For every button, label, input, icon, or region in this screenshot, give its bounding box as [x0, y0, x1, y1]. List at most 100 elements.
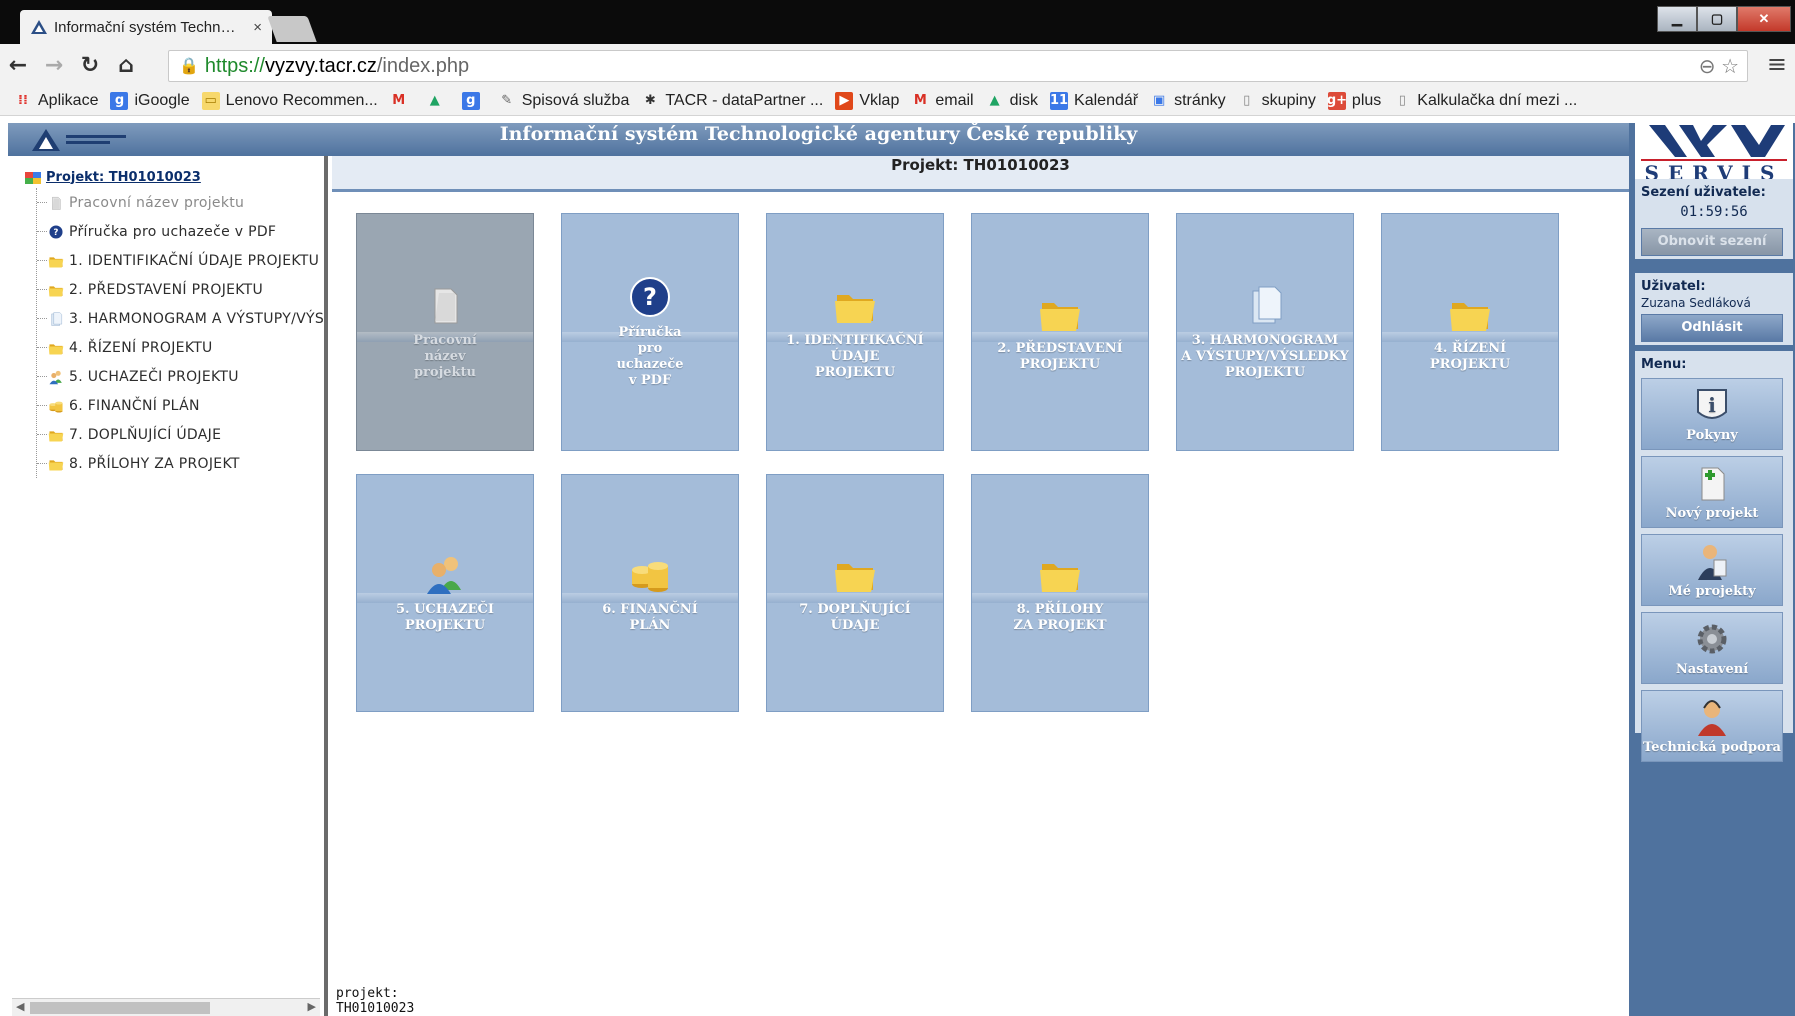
section-tile[interactable]: 3. HARMONOGRAM A VÝSTUPY/VÝSLEDKY PROJEK…	[1176, 213, 1354, 451]
menu-button-label: Nastavení	[1675, 661, 1749, 677]
bookmark-item[interactable]: ⁞⁞ Aplikace	[14, 92, 98, 110]
tree-item[interactable]: Pracovní název projektu	[37, 188, 324, 217]
support-icon	[1694, 698, 1730, 736]
scroll-left-icon[interactable]: ◀	[16, 1000, 24, 1013]
minimize-button[interactable]: ▁	[1657, 6, 1697, 32]
browser-menu-icon[interactable]: ≡	[1767, 50, 1787, 78]
new-document-icon	[1694, 464, 1730, 502]
bookmark-item[interactable]: ▯ skupiny	[1238, 92, 1316, 110]
section-tile[interactable]: 4. ŘÍZENÍ PROJEKTU	[1381, 213, 1559, 451]
app-header: Informační systém Technologické agentury…	[8, 123, 1629, 156]
sites-icon: ▣	[1152, 93, 1166, 108]
section-tile[interactable]: ? Příručka pro uchazeče v PDF	[561, 213, 739, 451]
menu-button[interactable]: Nastavení	[1641, 612, 1783, 684]
bookmark-item[interactable]: g+ plus	[1326, 91, 1381, 110]
bookmark-label: stránky	[1174, 91, 1226, 109]
menu-button[interactable]: Technická podpora	[1641, 690, 1783, 762]
app: Informační systém Technologické agentury…	[8, 123, 1795, 1016]
project-cube-icon	[25, 172, 41, 184]
gear-icon	[1694, 620, 1730, 658]
tab-close-icon[interactable]: ×	[253, 19, 262, 36]
bookmark-item[interactable]: ▭ Lenovo Recommen...	[201, 91, 378, 110]
menu-button[interactable]: i Pokyny	[1641, 378, 1783, 450]
tree-root-label: Projekt: TH01010023	[46, 169, 201, 185]
zoom-star-icons[interactable]: ⊖ ☆	[1699, 54, 1739, 79]
url-scheme: https://	[204, 54, 265, 77]
svg-text:?: ?	[643, 283, 657, 311]
tree-item-label: 8. PŘÍLOHY ZA PROJEKT	[69, 455, 240, 472]
section-tile[interactable]: 7. DOPLŇUJÍCÍ ÚDAJE	[766, 474, 944, 712]
person-icon	[1694, 542, 1730, 580]
tree-root-project[interactable]: Projekt: TH01010023	[24, 166, 324, 188]
bookmark-item[interactable]: ✎ Spisová služba	[498, 92, 629, 110]
back-icon[interactable]: ←	[0, 53, 36, 78]
tile-label: 1. IDENTIFIKAČNÍ ÚDAJE PROJEKTU	[786, 333, 924, 380]
section-tile[interactable]: 5. UCHAZEČI PROJEKTU	[356, 474, 534, 712]
right-sidebar: SERVIS Sezení uživatele: 01:59:56 Obnovi…	[1629, 123, 1795, 1016]
tree-item[interactable]: 2. PŘEDSTAVENÍ PROJEKTU	[37, 275, 324, 304]
bookmark-item[interactable]: 11 Kalendář	[1050, 91, 1139, 110]
section-tile[interactable]: 2. PŘEDSTAVENÍ PROJEKTU	[971, 213, 1149, 451]
tacr-favicon-icon	[31, 20, 47, 34]
info-icon: i	[1694, 386, 1730, 424]
footer-project-id: projekt: TH01010023	[336, 986, 415, 1016]
tree-item[interactable]: 5. UCHAZEČI PROJEKTU	[37, 362, 324, 391]
tile-label: 4. ŘÍZENÍ PROJEKTU	[1429, 341, 1511, 372]
reload-icon[interactable]: ↻	[72, 53, 108, 78]
tree-item[interactable]: 1. IDENTIFIKAČNÍ ÚDAJE PROJEKTU	[37, 246, 324, 275]
tree-item[interactable]: 4. ŘÍZENÍ PROJEKTU	[37, 333, 324, 362]
bookmark-item[interactable]: ▶ Vklap	[835, 91, 899, 110]
tree-item[interactable]: 6. FINANČNÍ PLÁN	[37, 391, 324, 420]
bookmark-label: skupiny	[1261, 91, 1316, 109]
tacr-icon: ✱	[644, 93, 656, 108]
bookmark-label: Kalkulačka dní mezi ...	[1417, 91, 1578, 109]
scroll-right-icon[interactable]: ▶	[308, 1000, 316, 1013]
new-tab-button[interactable]	[267, 16, 317, 42]
bookmark-item[interactable]: g iGoogle	[110, 91, 190, 110]
help-icon: ?	[47, 224, 65, 240]
bookmark-item[interactable]: ✱ TACR - dataPartner ...	[641, 92, 823, 110]
forward-icon[interactable]: →	[36, 53, 72, 78]
section-tile[interactable]: 6. FINANČNÍ PLÁN	[561, 474, 739, 712]
session-timer: 01:59:56	[1680, 204, 1748, 220]
horizontal-scrollbar[interactable]: ◀ ▶	[12, 998, 320, 1016]
bookmark-label: Kalendář	[1074, 91, 1139, 109]
refresh-session-button[interactable]: Obnovit sezení	[1641, 228, 1783, 256]
bookmark-item[interactable]: g	[461, 91, 486, 110]
tab-title: Informační systém Techn…	[54, 18, 236, 36]
gmail-icon: M	[913, 93, 927, 108]
bookmark-item[interactable]: ▣ stránky	[1150, 92, 1226, 110]
home-icon[interactable]: ⌂	[108, 53, 144, 78]
folder-icon	[1038, 291, 1082, 335]
menu-button-label: Pokyny	[1686, 427, 1738, 443]
menu-button[interactable]: Nový projekt	[1641, 456, 1783, 528]
bookmark-item[interactable]: M	[390, 92, 414, 110]
bookmark-item[interactable]: ▲	[426, 92, 450, 110]
tree-item[interactable]: 8. PŘÍLOHY ZA PROJEKT	[37, 449, 324, 478]
gplus-icon: g+	[1326, 91, 1348, 110]
menu-button-label: Mé projekty	[1668, 583, 1756, 599]
bookmark-item[interactable]: ▲ disk	[986, 92, 1038, 110]
url-host: vyzvy.tacr.cz	[264, 54, 377, 77]
window-close-button[interactable]: ✕	[1737, 6, 1791, 32]
bookmark-item[interactable]: Memail	[911, 91, 974, 110]
maximize-button[interactable]: ▢	[1697, 6, 1737, 32]
address-bar[interactable]: 🔒 https://vyzvy.tacr.cz/index.php ⊖ ☆	[168, 50, 1748, 82]
bookmark-label: email	[935, 91, 974, 109]
help-icon: ?	[628, 275, 672, 319]
menu-button[interactable]: Mé projekty	[1641, 534, 1783, 606]
tree-item[interactable]: 7. DOPLŇUJÍCÍ ÚDAJE	[37, 420, 324, 449]
section-tile[interactable]: 1. IDENTIFIKAČNÍ ÚDAJE PROJEKTU	[766, 213, 944, 451]
scrollbar-thumb[interactable]	[30, 1002, 210, 1014]
browser-tab[interactable]: Informační systém Techn… ×	[20, 10, 272, 44]
document-icon	[47, 195, 65, 211]
tree-item[interactable]: 3. HARMONOGRAM A VÝSTUPY/VÝSLEDKY PROJEK…	[37, 304, 324, 333]
window-controls: ▁ ▢ ✕	[1657, 6, 1791, 32]
menu-button-label: Technická podpora	[1643, 739, 1781, 755]
logout-button[interactable]: Odhlásit	[1641, 314, 1783, 342]
section-tile[interactable]: 8. PŘÍLOHY ZA PROJEKT	[971, 474, 1149, 712]
folder-icon	[47, 456, 65, 472]
tree-item[interactable]: ? Příručka pro uchazeče v PDF	[37, 217, 324, 246]
bookmark-item[interactable]: ▯ Kalkulačka dní mezi ...	[1393, 91, 1578, 110]
users-icon	[423, 552, 467, 596]
